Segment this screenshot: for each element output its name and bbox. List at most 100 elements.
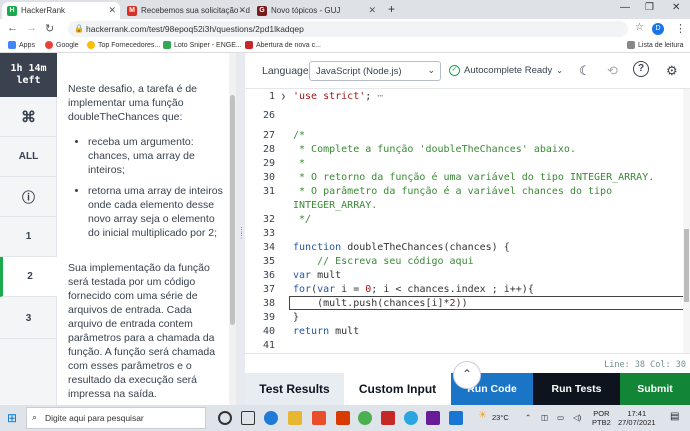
minimize-icon[interactable]: —: [620, 2, 630, 13]
expand-panel-icon[interactable]: ⌃: [453, 361, 481, 389]
cortana-icon[interactable]: [218, 411, 232, 425]
tab-hackerrank[interactable]: H HackerRank ✕: [2, 2, 120, 19]
bookmark-label: Apps: [19, 41, 35, 49]
language-label: Language: [262, 65, 309, 77]
language-code: POR: [593, 409, 610, 418]
reading-list[interactable]: Lista de leitura: [627, 41, 684, 49]
tab-label: Novo tópicos - GUJ: [271, 6, 341, 15]
slack-icon[interactable]: [426, 411, 440, 425]
bookmark-google[interactable]: Google: [45, 41, 79, 49]
edge-icon[interactable]: [264, 411, 278, 425]
battery-icon[interactable]: ▭: [557, 413, 564, 422]
bookmark-abertura[interactable]: Abertura de nova c...: [245, 41, 321, 49]
editor-scroll-thumb[interactable]: [684, 229, 689, 302]
rail-item-question-2[interactable]: 2: [0, 257, 57, 297]
code-line: // Escreva seu código aqui: [293, 256, 474, 267]
bookmark-label: Top Fornecedores...: [98, 41, 161, 49]
bookmark-loto-sniper[interactable]: Loto Sniper - ENGE...: [163, 41, 242, 49]
code-line: * Complete a função 'doubleTheChances' a…: [293, 144, 576, 155]
fold-arrow-icon[interactable]: ❯: [281, 92, 286, 101]
code-line: 'use strict'; ⋯: [293, 91, 384, 102]
office-icon[interactable]: [336, 411, 350, 425]
address-bar-row: ← → ↻ 🔒 hackerrank.com/test/98epoq52i3h/…: [0, 19, 690, 39]
profile-avatar[interactable]: D: [652, 23, 664, 35]
info-icon[interactable]: ⓘ: [0, 177, 57, 217]
reload-icon[interactable]: ↻: [45, 22, 54, 35]
apps-grid-icon: [8, 41, 16, 49]
autocomplete-label: Autocomplete Ready: [464, 65, 553, 76]
rail-item-question-3[interactable]: 3: [0, 299, 57, 339]
code-line: */: [293, 214, 312, 225]
weather-temp[interactable]: 23°C: [492, 413, 509, 422]
autocomplete-status[interactable]: ✓ Autocomplete Ready ⌄: [449, 65, 563, 76]
settings-gear-icon[interactable]: ⚙: [666, 63, 678, 79]
code-editor[interactable]: 1 ❯ 'use strict'; ⋯ 26 27 /* 28 * Comple…: [245, 89, 690, 353]
notifications-icon[interactable]: ▤: [670, 411, 679, 422]
drag-handle-icon[interactable]: ⋮ ⋮: [238, 227, 245, 252]
line-number: 32: [262, 214, 275, 225]
chrome-icon[interactable]: [358, 411, 372, 425]
code-line: return mult: [293, 326, 360, 337]
line-number: 30: [262, 172, 275, 183]
new-tab-button[interactable]: +: [388, 2, 395, 16]
language-select[interactable]: JavaScript (Node.js) ⌄: [309, 61, 441, 81]
task-view-icon[interactable]: [241, 411, 255, 425]
url-field[interactable]: 🔒 hackerrank.com/test/98epoq52i3h/questi…: [68, 21, 628, 37]
bookmark-top-fornecedores[interactable]: Top Fornecedores...: [87, 41, 160, 49]
url-text: hackerrank.com/test/98epoq52i3h/question…: [86, 24, 304, 34]
test-results-tab[interactable]: Test Results: [245, 373, 344, 405]
question-nav-rail: 1h 14m left ⌘ ALL ⓘ 1 2 3: [0, 53, 57, 405]
search-placeholder: Digite aqui para pesquisar: [45, 413, 144, 423]
requirements-list: retorna uma array de inteiros onde cada …: [76, 184, 226, 240]
maximize-icon[interactable]: ❐: [645, 2, 654, 13]
history-icon[interactable]: ⟲: [607, 63, 618, 79]
run-tests-button[interactable]: Run Tests: [533, 373, 620, 405]
back-arrow-icon[interactable]: ←: [7, 22, 18, 34]
bookmarks-bar: Apps Google Top Fornecedores... Loto Sni…: [0, 39, 690, 53]
cursor-position: Line: 38 Col: 30: [604, 360, 686, 370]
menu-dots-icon[interactable]: ⋮: [675, 22, 686, 35]
close-icon[interactable]: ✕: [108, 5, 116, 16]
teams-icon[interactable]: [449, 411, 463, 425]
language-indicator[interactable]: POR PTB2: [592, 409, 611, 427]
tab-guj[interactable]: G Novo tópicos - GUJ ✕: [252, 2, 380, 19]
help-icon[interactable]: ?: [633, 61, 649, 77]
app-icon[interactable]: [381, 411, 395, 425]
code-line: var mult: [293, 270, 342, 281]
windows-start-icon[interactable]: ⊞: [7, 411, 17, 425]
bookmark-apps[interactable]: Apps: [8, 41, 35, 49]
hackerrank-favicon-icon: H: [7, 5, 17, 16]
page-icon: [163, 41, 171, 49]
taskbar-search[interactable]: ⌕ Digite aqui para pesquisar: [26, 407, 206, 429]
store-icon[interactable]: [312, 411, 326, 425]
custom-input-tab[interactable]: Custom Input: [344, 373, 451, 405]
rail-item-question-1[interactable]: 1: [0, 217, 57, 257]
telegram-icon[interactable]: [404, 411, 418, 425]
line-number: 33: [262, 228, 275, 239]
close-window-icon[interactable]: ✕: [672, 2, 680, 13]
volume-icon[interactable]: ◁): [573, 413, 581, 422]
tray-chevron-icon[interactable]: ⌃: [525, 413, 531, 422]
line-number: 39: [262, 312, 275, 323]
problem-scroll-thumb[interactable]: [230, 95, 235, 325]
submit-button[interactable]: Submit: [620, 373, 690, 405]
code-line: *: [293, 158, 306, 169]
file-explorer-icon[interactable]: [288, 411, 302, 425]
close-icon[interactable]: ✕: [368, 5, 376, 16]
network-icon[interactable]: ◫: [541, 413, 548, 422]
tab-email[interactable]: M Recebemos sua solicitação - die ✕: [122, 2, 250, 19]
clock[interactable]: 17:41 27/07/2021: [618, 409, 656, 427]
line-number: 31: [262, 186, 275, 197]
theme-moon-icon[interactable]: ☾: [579, 63, 591, 79]
rail-item-all[interactable]: ALL: [0, 137, 57, 177]
shortcuts-icon[interactable]: ⌘: [0, 97, 57, 137]
close-icon[interactable]: ✕: [238, 5, 246, 16]
editor-scrollbar[interactable]: [683, 89, 690, 353]
clock-time: 17:41: [627, 409, 647, 418]
line-number: 37: [262, 284, 275, 295]
list-item: receba um argumento: chances, uma array …: [88, 135, 226, 177]
star-icon[interactable]: ☆: [635, 22, 644, 33]
check-icon: ✓: [449, 65, 460, 76]
forward-arrow-icon[interactable]: →: [26, 22, 37, 34]
line-number: 26: [262, 110, 275, 121]
